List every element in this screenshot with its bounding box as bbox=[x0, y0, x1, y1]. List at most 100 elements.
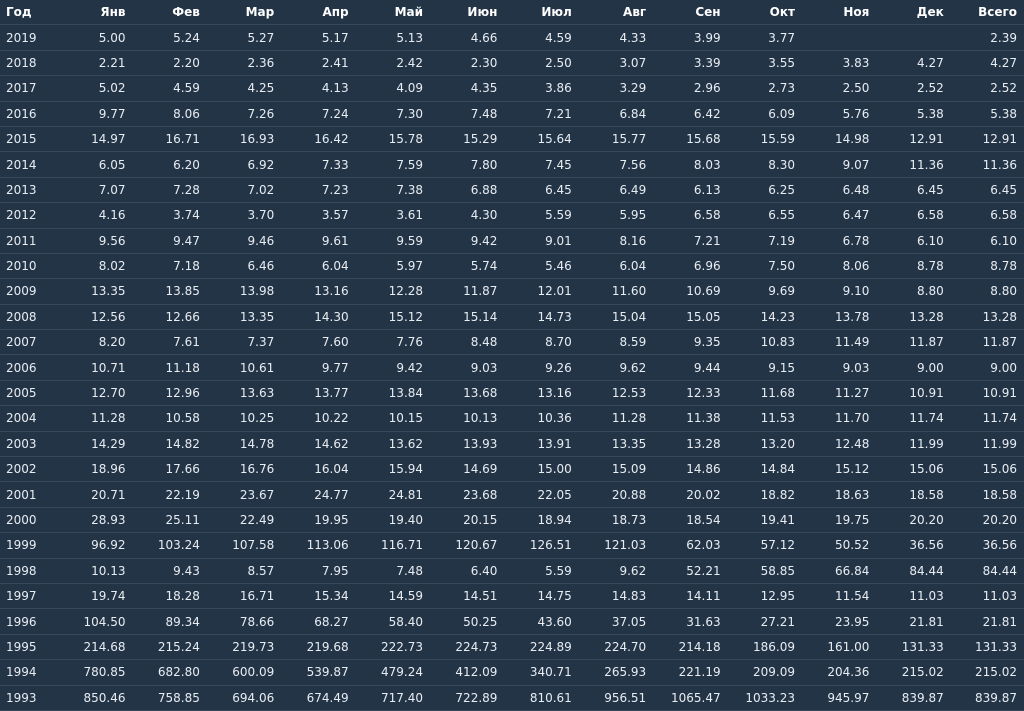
column-header-month: Апр bbox=[281, 0, 356, 26]
value-cell: 36.56 bbox=[876, 532, 951, 559]
value-cell: 4.59 bbox=[132, 75, 207, 102]
value-cell: 3.55 bbox=[727, 50, 802, 77]
value-cell: 6.42 bbox=[653, 101, 728, 127]
value-cell: 600.09 bbox=[206, 659, 282, 686]
value-cell: 13.28 bbox=[653, 431, 728, 458]
value-cell: 18.63 bbox=[801, 481, 877, 508]
total-cell: 11.36 bbox=[950, 151, 1024, 178]
value-cell: 96.92 bbox=[58, 532, 133, 559]
header-row: Год Янв Фев Мар Апр Май Июн Июл Авг Сен Окт Ноя Дек В… bbox=[0, 0, 1024, 26]
table-row: 2000 28.93 25.11 22.49 19.95 19.40 20.15 18.94 1… bbox=[0, 507, 1024, 534]
value-cell: 13.35 bbox=[578, 431, 654, 458]
value-cell: 13.77 bbox=[281, 380, 356, 407]
value-cell: 8.02 bbox=[58, 253, 133, 280]
value-cell: 5.17 bbox=[281, 24, 356, 51]
value-cell: 9.43 bbox=[132, 558, 207, 584]
value-cell: 8.03 bbox=[653, 151, 728, 178]
value-cell: 12.33 bbox=[653, 380, 728, 407]
column-header-month: Авг bbox=[578, 0, 654, 26]
inflation-table: Год Янв Фев Мар Апр Май Июн Июл Авг Сен Окт Ноя Дек В… bbox=[0, 0, 1024, 711]
value-cell: 9.15 bbox=[727, 354, 802, 381]
value-cell: 14.78 bbox=[206, 431, 282, 458]
value-cell: 5.38 bbox=[876, 101, 951, 127]
value-cell: 22.49 bbox=[206, 507, 282, 534]
value-cell: 18.28 bbox=[132, 583, 207, 610]
value-cell: 15.06 bbox=[876, 456, 951, 483]
value-cell: 7.56 bbox=[578, 151, 654, 178]
year-cell: 1998 bbox=[0, 558, 59, 584]
table-row: 2014 6.05 6.20 6.92 7.33 7.59 7.80 7.45 7.56 8.03… bbox=[0, 151, 1024, 178]
year-cell: 2010 bbox=[0, 253, 59, 280]
value-cell: 10.22 bbox=[281, 405, 356, 432]
year-cell: 1995 bbox=[0, 634, 59, 661]
value-cell: 11.70 bbox=[801, 405, 877, 432]
value-cell: 5.76 bbox=[801, 101, 877, 127]
value-cell: 4.13 bbox=[281, 75, 356, 102]
value-cell: 13.28 bbox=[876, 304, 951, 331]
total-cell: 6.10 bbox=[950, 228, 1024, 254]
value-cell: 18.82 bbox=[727, 481, 802, 508]
value-cell: 6.45 bbox=[876, 177, 951, 204]
value-cell: 839.87 bbox=[876, 685, 951, 711]
value-cell: 224.89 bbox=[504, 634, 579, 661]
value-cell: 15.78 bbox=[355, 126, 431, 153]
value-cell: 9.61 bbox=[281, 228, 356, 254]
total-cell: 10.91 bbox=[950, 380, 1024, 407]
column-header-month: Ноя bbox=[801, 0, 877, 26]
value-cell: 204.36 bbox=[801, 659, 877, 686]
value-cell: 219.68 bbox=[281, 634, 356, 661]
value-cell: 11.99 bbox=[876, 431, 951, 458]
table-row: 2017 5.02 4.59 4.25 4.13 4.09 4.35 3.86 3.29 2.96… bbox=[0, 75, 1024, 102]
value-cell: 68.27 bbox=[281, 608, 356, 635]
value-cell: 18.58 bbox=[876, 481, 951, 508]
value-cell: 2.50 bbox=[504, 50, 579, 77]
year-cell: 2002 bbox=[0, 456, 59, 483]
value-cell: 58.40 bbox=[355, 608, 431, 635]
value-cell: 58.85 bbox=[727, 558, 802, 584]
value-cell: 9.03 bbox=[430, 354, 505, 381]
value-cell: 13.68 bbox=[430, 380, 505, 407]
value-cell: 7.19 bbox=[727, 228, 802, 254]
value-cell: 20.88 bbox=[578, 481, 654, 508]
value-cell: 5.95 bbox=[578, 202, 654, 229]
value-cell: 12.48 bbox=[801, 431, 877, 458]
year-cell: 1993 bbox=[0, 685, 59, 711]
table-row: 2010 8.02 7.18 6.46 6.04 5.97 5.74 5.46 6.04 6.96… bbox=[0, 253, 1024, 280]
value-cell: 412.09 bbox=[430, 659, 505, 686]
value-cell: 16.42 bbox=[281, 126, 356, 153]
value-cell: 7.60 bbox=[281, 329, 356, 356]
table-row: 2013 7.07 7.28 7.02 7.23 7.38 6.88 6.45 6.49 6.13… bbox=[0, 177, 1024, 204]
value-cell: 11.38 bbox=[653, 405, 728, 432]
value-cell: 10.36 bbox=[504, 405, 579, 432]
value-cell: 5.46 bbox=[504, 253, 579, 280]
value-cell: 15.59 bbox=[727, 126, 802, 153]
value-cell: 10.83 bbox=[727, 329, 802, 356]
table-row: 2019 5.00 5.24 5.27 5.17 5.13 4.66 4.59 4.33 3.99… bbox=[0, 24, 1024, 51]
value-cell: 20.20 bbox=[876, 507, 951, 534]
value-cell: 7.21 bbox=[504, 101, 579, 127]
value-cell: 6.20 bbox=[132, 151, 207, 178]
value-cell: 674.49 bbox=[281, 685, 356, 711]
year-cell: 1999 bbox=[0, 532, 59, 559]
value-cell: 121.03 bbox=[578, 532, 654, 559]
value-cell: 215.02 bbox=[876, 659, 951, 686]
total-cell: 6.58 bbox=[950, 202, 1024, 229]
value-cell: 27.21 bbox=[727, 608, 802, 635]
value-cell: 10.69 bbox=[653, 278, 728, 305]
value-cell: 3.70 bbox=[206, 202, 282, 229]
year-cell: 2019 bbox=[0, 24, 59, 51]
year-cell: 2014 bbox=[0, 151, 59, 178]
value-cell: 3.77 bbox=[727, 24, 802, 51]
column-header-month: Дек bbox=[876, 0, 951, 26]
value-cell: 6.96 bbox=[653, 253, 728, 280]
table-row: 2001 20.71 22.19 23.67 24.77 24.81 23.68 22.05 2… bbox=[0, 481, 1024, 508]
value-cell: 2.30 bbox=[430, 50, 505, 77]
value-cell: 9.10 bbox=[801, 278, 877, 305]
value-cell: 9.35 bbox=[653, 329, 728, 356]
table-row: 2008 12.56 12.66 13.35 14.30 15.12 15.14 14.73 1… bbox=[0, 304, 1024, 331]
value-cell: 8.78 bbox=[876, 253, 951, 280]
value-cell: 7.48 bbox=[430, 101, 505, 127]
value-cell: 214.68 bbox=[58, 634, 133, 661]
value-cell: 13.16 bbox=[504, 380, 579, 407]
value-cell: 222.73 bbox=[355, 634, 431, 661]
